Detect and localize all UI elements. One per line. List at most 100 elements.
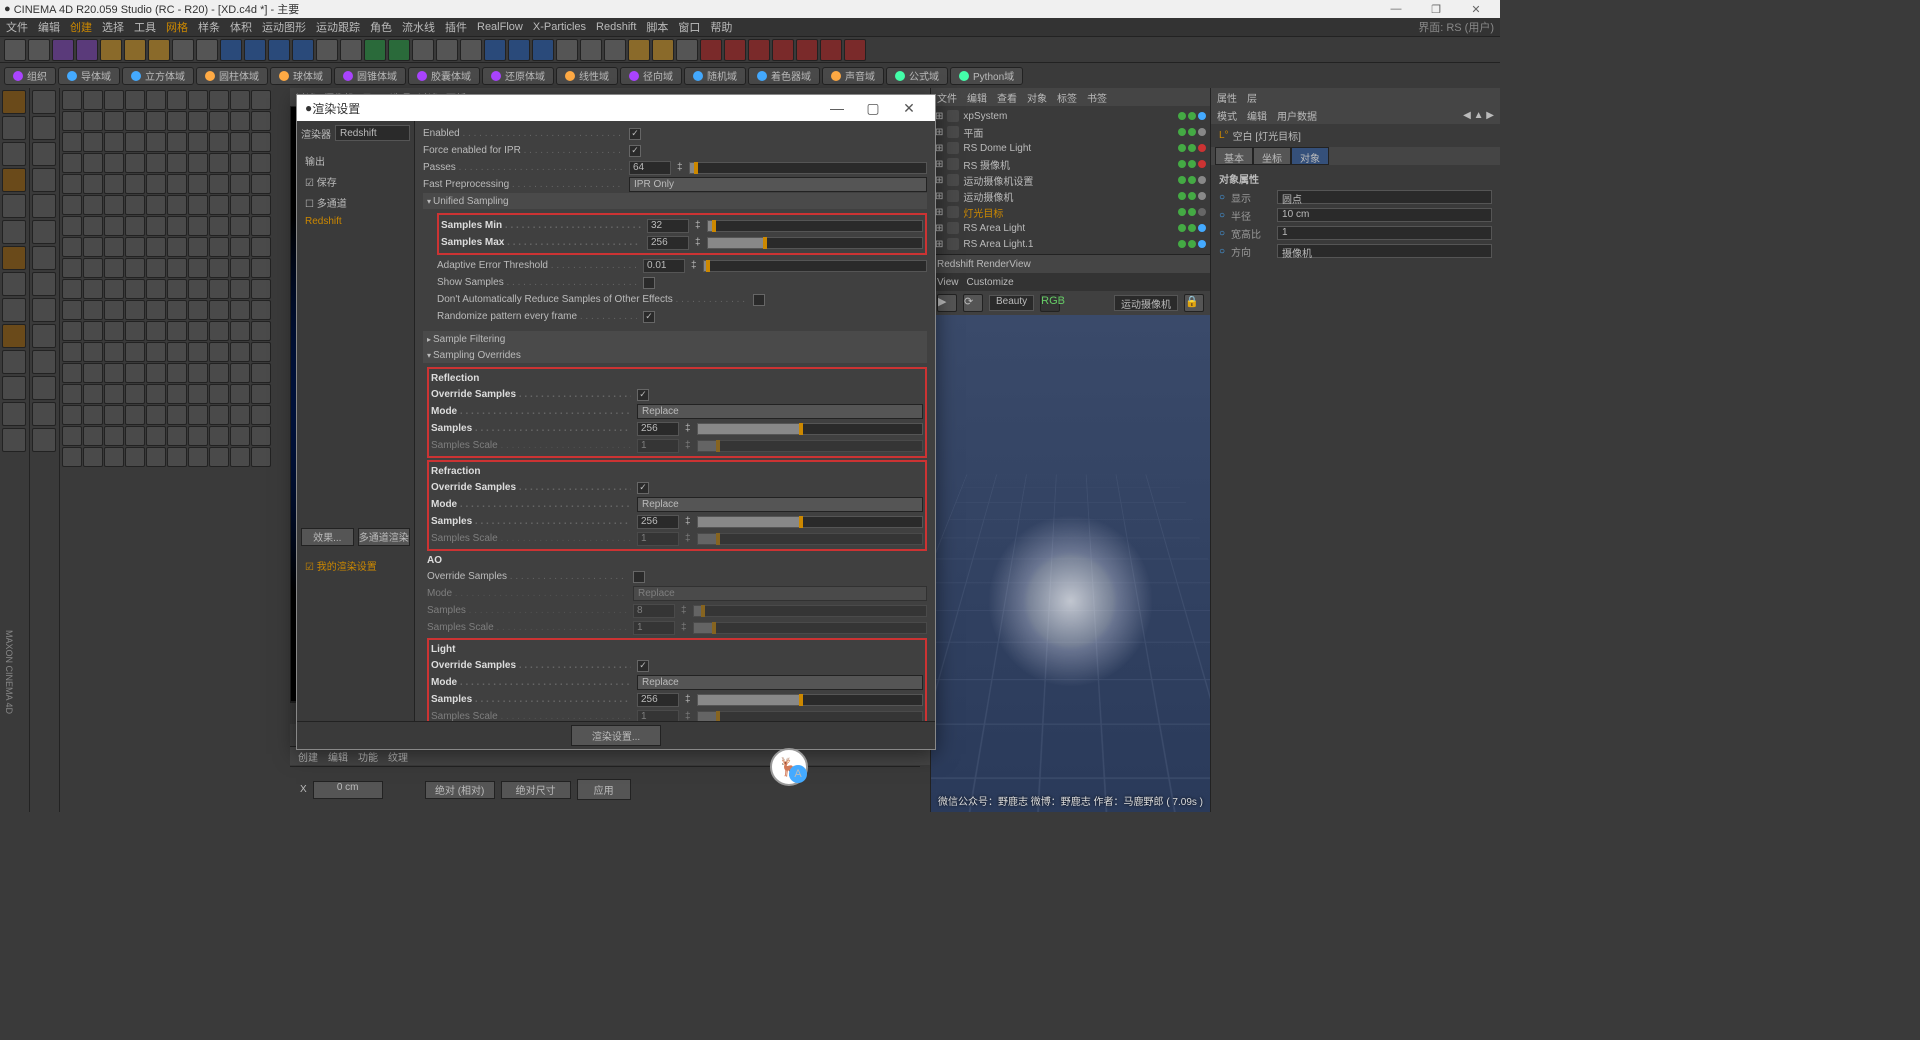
palette-grid[interactable] (60, 88, 290, 812)
toolbar-btn[interactable] (652, 39, 674, 61)
field-pill[interactable]: 声音域 (822, 67, 884, 85)
toolbar-btn[interactable] (676, 39, 698, 61)
toolbar-btn[interactable] (4, 39, 26, 61)
object-row[interactable]: ⊞RS Area Light.1 (935, 236, 1206, 252)
toolbar-btn[interactable] (196, 39, 218, 61)
toolbar-btn[interactable] (628, 39, 650, 61)
menu-16[interactable]: 脚本 (646, 19, 668, 35)
menu-8[interactable]: 运动图形 (262, 19, 306, 35)
menu-2[interactable]: 创建 (70, 19, 92, 35)
attr-menubar[interactable]: 模式编辑用户数据 ◀ ▲ ▶ (1211, 106, 1500, 124)
menu-6[interactable]: 样条 (198, 19, 220, 35)
left-tool-column-2[interactable] (30, 88, 60, 812)
renderview-toolbar[interactable]: ▶ ⟳ Beauty RGB 运动摄像机 🔒 (931, 291, 1210, 315)
menu-10[interactable]: 角色 (370, 19, 392, 35)
toolbar-btn[interactable] (244, 39, 266, 61)
field-pill[interactable]: 圆柱体域 (196, 67, 268, 85)
field-pill[interactable]: 线性域 (556, 67, 618, 85)
toolbar-btn[interactable] (796, 39, 818, 61)
toolbar-btn[interactable] (124, 39, 146, 61)
play-icon[interactable]: ▶ (937, 294, 957, 312)
object-row[interactable]: ⊞xpSystem (935, 108, 1206, 124)
apply-button[interactable]: 应用 (577, 779, 631, 800)
toolbar-btn[interactable] (100, 39, 122, 61)
toolbar-btn[interactable] (556, 39, 578, 61)
sidebar-save[interactable]: ☑ 保存 (301, 172, 410, 191)
menu-13[interactable]: RealFlow (477, 21, 523, 33)
field-pill[interactable]: 导体域 (58, 67, 120, 85)
tab-coord[interactable]: 坐标 (1253, 147, 1291, 165)
toolbar-btn[interactable] (604, 39, 626, 61)
tab-object[interactable]: 对象 (1291, 147, 1329, 165)
field-pill[interactable]: 胶囊体域 (408, 67, 480, 85)
toolbar-btn[interactable] (508, 39, 530, 61)
object-menubar[interactable]: 文件编辑查看对象标签书签 (931, 88, 1210, 106)
attr-tabs-top[interactable]: 属性层 (1211, 88, 1500, 106)
menu-18[interactable]: 帮助 (710, 19, 732, 35)
object-row[interactable]: ⊞运动摄像机设置 (935, 172, 1206, 188)
toolbar-fields[interactable]: 组织导体域立方体域圆柱体域球体域圆锥体域胶囊体域还原体域线性域径向域随机域着色器… (0, 62, 1500, 88)
menu-5[interactable]: 网格 (166, 19, 188, 35)
maximize-button[interactable]: ❐ (1416, 3, 1456, 16)
toolbar-btn[interactable] (748, 39, 770, 61)
toolbar-btn[interactable] (364, 39, 386, 61)
toolbar-btn[interactable] (412, 39, 434, 61)
toolbar-btn[interactable] (772, 39, 794, 61)
object-row[interactable]: ⊞平面 (935, 124, 1206, 140)
menu-4[interactable]: 工具 (134, 19, 156, 35)
menu-17[interactable]: 窗口 (678, 19, 700, 35)
field-pill[interactable]: 随机域 (684, 67, 746, 85)
dialog-sidebar[interactable]: 渲染器 Redshift 输出 ☑ 保存 ☐ 多通道 Redshift 效果..… (297, 121, 415, 721)
menu-0[interactable]: 文件 (6, 19, 28, 35)
dialog-minimize[interactable]: — (819, 100, 855, 116)
toolbar-btn[interactable] (460, 39, 482, 61)
rgb-icon[interactable]: RGB (1040, 294, 1060, 312)
sidebar-redshift[interactable]: Redshift (301, 214, 410, 229)
object-row[interactable]: ⊞RS Area Light (935, 220, 1206, 236)
render-settings-button[interactable]: 渲染设置... (571, 725, 661, 746)
toolbar-btn[interactable] (820, 39, 842, 61)
menu-11[interactable]: 流水线 (402, 19, 435, 35)
tab-basic[interactable]: 基本 (1215, 147, 1253, 165)
dialog-close[interactable]: ✕ (891, 100, 927, 117)
status-mode2[interactable]: 绝对尺寸 (501, 781, 571, 799)
toolbar-btn[interactable] (148, 39, 170, 61)
field-pill[interactable]: 着色器域 (748, 67, 820, 85)
object-row[interactable]: ⊞RS 摄像机 (935, 156, 1206, 172)
toolbar-btn[interactable] (724, 39, 746, 61)
multipass-button[interactable]: 多通道渲染 (358, 528, 411, 546)
sidebar-multipass[interactable]: ☐ 多通道 (301, 193, 410, 212)
lock-icon[interactable]: 🔒 (1184, 294, 1204, 312)
field-pill[interactable]: 立方体域 (122, 67, 194, 85)
object-row[interactable]: ⊞RS Dome Light (935, 140, 1206, 156)
menu-14[interactable]: X-Particles (533, 21, 586, 33)
menu-9[interactable]: 运动跟踪 (316, 19, 360, 35)
minimize-button[interactable]: — (1376, 3, 1416, 15)
field-pill[interactable]: 球体域 (270, 67, 332, 85)
toolbar-btn[interactable] (28, 39, 50, 61)
field-pill[interactable]: 公式域 (886, 67, 948, 85)
field-pill[interactable]: 组织 (4, 67, 56, 85)
toolbar-btn[interactable] (388, 39, 410, 61)
toolbar-btn[interactable] (76, 39, 98, 61)
renderview-canvas[interactable]: 微信公众号：野鹿志 微博：野鹿志 作者：马鹿野郎 ( 7.09s ) (931, 315, 1210, 812)
field-pill[interactable]: Python域 (950, 67, 1023, 85)
toolbar-main[interactable] (0, 36, 1500, 62)
refresh-icon[interactable]: ⟳ (963, 294, 983, 312)
field-pill[interactable]: 还原体域 (482, 67, 554, 85)
object-row[interactable]: ⊞运动摄像机 (935, 188, 1206, 204)
menu-3[interactable]: 选择 (102, 19, 124, 35)
dialog-titlebar[interactable]: ● 渲染设置 — ▢ ✕ (297, 95, 935, 121)
main-menubar[interactable]: 文件编辑创建选择工具网格样条体积运动图形运动跟踪角色流水线插件RealFlowX… (0, 18, 1500, 36)
object-list[interactable]: ⊞xpSystem⊞平面⊞RS Dome Light⊞RS 摄像机⊞运动摄像机设… (931, 106, 1210, 254)
toolbar-btn[interactable] (316, 39, 338, 61)
effect-button[interactable]: 效果... (301, 528, 354, 546)
field-pill[interactable]: 圆锥体域 (334, 67, 406, 85)
toolbar-btn[interactable] (52, 39, 74, 61)
sidebar-output[interactable]: 输出 (301, 151, 410, 170)
toolbar-btn[interactable] (484, 39, 506, 61)
status-mode1[interactable]: 绝对 (相对) (425, 781, 495, 799)
toolbar-btn[interactable] (436, 39, 458, 61)
toolbar-btn[interactable] (580, 39, 602, 61)
toolbar-btn[interactable] (268, 39, 290, 61)
